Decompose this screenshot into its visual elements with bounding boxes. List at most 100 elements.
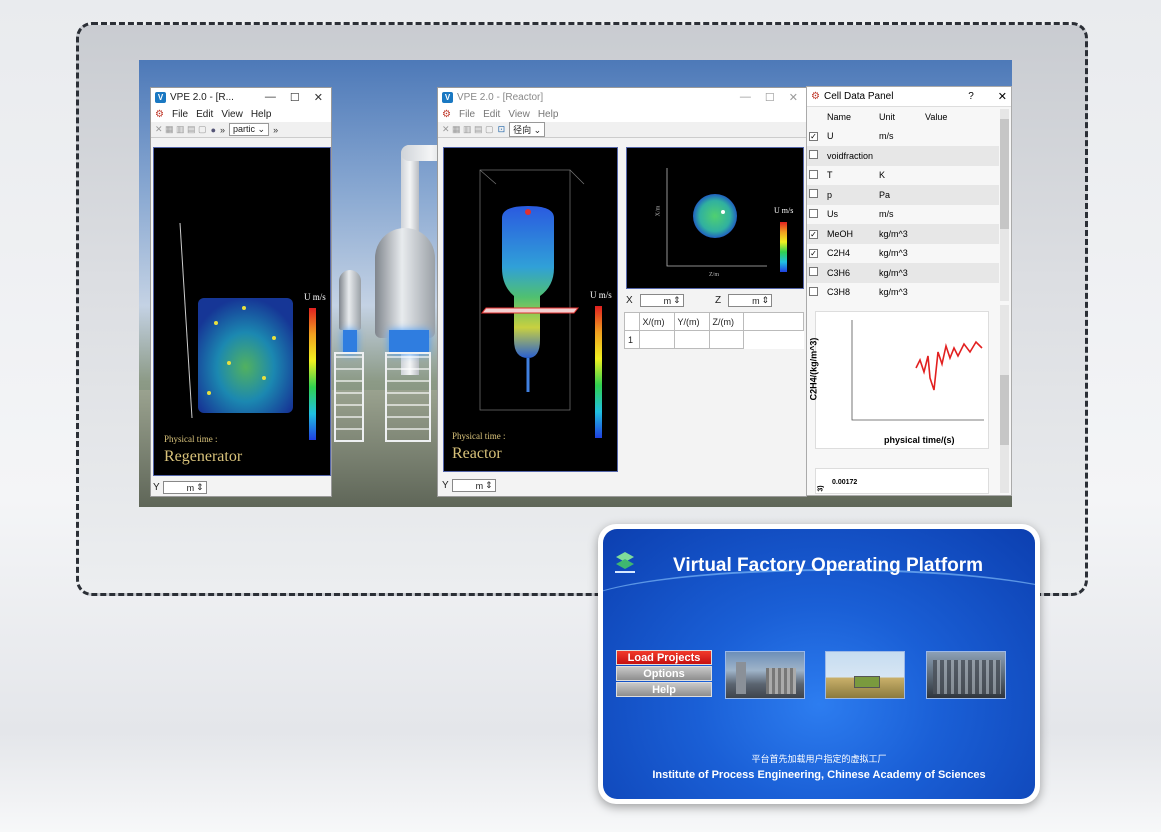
slice-render — [666, 168, 767, 267]
project-thumbnail-3[interactable] — [926, 651, 1006, 699]
table-row[interactable]: ✓ MeOH kg/m^3 — [807, 224, 999, 244]
project-thumbnail-2[interactable] — [825, 651, 905, 699]
variable-checkbox[interactable]: ✓ — [809, 249, 818, 259]
x-input[interactable]: m ⇕ — [639, 294, 684, 307]
table-cell[interactable] — [708, 330, 745, 349]
checkbox-cell[interactable] — [807, 263, 825, 283]
row-index: 1 — [624, 330, 640, 349]
table-cell[interactable] — [744, 331, 804, 349]
checkbox-cell[interactable] — [807, 146, 825, 166]
toolbar-icons[interactable]: ✕ ▦ ▥ ▤ ▢ — [442, 124, 494, 135]
y-field: Y m ⇕ — [153, 481, 207, 494]
checkbox-cell[interactable] — [807, 166, 825, 186]
regenerator-viewport[interactable]: U m/s Physical time : Regenerator — [153, 147, 331, 476]
table-row[interactable]: ✓ C2H4 kg/m^3 — [807, 244, 999, 264]
table-cell[interactable] — [673, 330, 710, 349]
scroll-thumb[interactable] — [1000, 375, 1009, 445]
cell-data-panel[interactable]: ⚙ Cell Data Panel ? ✕ Name Unit Value ✓ U… — [806, 86, 1012, 496]
table-row[interactable]: C3H8 kg/m^3 — [807, 283, 999, 303]
minimize-icon[interactable]: — — [265, 91, 276, 104]
menu-view[interactable]: View — [508, 109, 530, 120]
close-icon[interactable]: ✕ — [789, 91, 798, 104]
help-button[interactable]: Help — [616, 682, 712, 697]
variable-checkbox[interactable] — [809, 267, 818, 277]
reactor-window[interactable]: V VPE 2.0 - [Reactor] — ☐ ✕ ⚙ File Edit … — [437, 87, 807, 497]
table-row[interactable]: p Pa — [807, 185, 999, 205]
scroll-thumb[interactable] — [1000, 119, 1009, 229]
variable-checkbox[interactable] — [809, 208, 818, 218]
regenerator-tank — [339, 270, 361, 330]
table-cell[interactable] — [638, 330, 675, 349]
checkbox-cell[interactable] — [807, 185, 825, 205]
project-thumbnail-1[interactable] — [725, 651, 805, 699]
menu-edit[interactable]: Edit — [483, 109, 500, 120]
close-icon[interactable]: ✕ — [314, 91, 323, 104]
globe-icon[interactable]: ● — [211, 125, 216, 135]
slice-viewport[interactable]: U m/s Z/m X/m — [626, 147, 804, 289]
table-row[interactable]: 1 — [624, 330, 804, 349]
menu-help[interactable]: Help — [538, 109, 559, 120]
table-row[interactable]: ✓ Um/s — [807, 127, 999, 147]
minimize-icon[interactable]: — — [740, 91, 751, 104]
z-input[interactable]: m ⇕ — [728, 294, 773, 307]
y-input[interactable]: m ⇕ — [451, 479, 496, 492]
slice-colorbar-label: U m/s — [774, 206, 794, 215]
menu-icon: ⚙ — [155, 108, 164, 120]
table-row[interactable]: TK — [807, 166, 999, 186]
toolbar-icons[interactable]: ✕ ▦ ▥ ▤ ▢ — [155, 124, 207, 135]
menu-file[interactable]: File — [459, 109, 475, 120]
splash-panel: Virtual Factory Operating Platform Load … — [603, 529, 1035, 799]
title-bar: V VPE 2.0 - [Reactor] — ☐ ✕ — [438, 88, 806, 106]
support-structure — [385, 352, 431, 442]
menu-edit[interactable]: Edit — [196, 109, 213, 120]
menu-icon: ⚙ — [442, 108, 451, 120]
maximize-icon[interactable]: ☐ — [765, 91, 775, 104]
display-mode-dropdown[interactable]: partic ⌄ — [229, 123, 270, 136]
variable-name: T — [827, 170, 833, 181]
variable-checkbox[interactable] — [809, 286, 818, 296]
y-input[interactable]: m ⇕ — [162, 481, 207, 494]
variable-checkbox[interactable]: ✓ — [809, 229, 818, 239]
scrollbar[interactable] — [1000, 109, 1009, 301]
variable-unit — [877, 146, 923, 166]
checkbox-cell[interactable] — [807, 283, 825, 303]
variable-checkbox[interactable] — [809, 169, 818, 179]
section-direction-dropdown[interactable]: 径向 ⌄ — [509, 122, 546, 137]
variable-unit: K — [879, 170, 886, 181]
spin-icon: ⇕ — [196, 482, 204, 492]
load-projects-button[interactable]: Load Projects — [616, 650, 712, 665]
close-icon[interactable]: ✕ — [998, 90, 1007, 103]
checkbox-cell[interactable]: ✓ — [807, 244, 825, 264]
variable-value — [923, 283, 999, 303]
y-label: Y — [442, 480, 449, 491]
slice-y-axis-label: X/m — [655, 205, 662, 217]
variable-checkbox[interactable] — [809, 150, 818, 160]
checkbox-cell[interactable] — [807, 205, 825, 225]
overflow-icon[interactable]: » — [220, 125, 225, 135]
reactor-viewport[interactable]: U m/s Physical time : Reactor — [443, 147, 618, 472]
menu-file[interactable]: File — [172, 109, 188, 120]
options-button[interactable]: Options — [616, 666, 712, 681]
second-plot: 0.00172 3) — [815, 468, 989, 494]
table-corner — [624, 312, 640, 331]
table-row[interactable]: C3H6 kg/m^3 — [807, 263, 999, 283]
regenerator-window[interactable]: V VPE 2.0 - [R... — ☐ ✕ ⚙ File Edit View… — [150, 87, 332, 497]
variable-checkbox[interactable] — [809, 189, 818, 199]
menu-view[interactable]: View — [221, 109, 243, 120]
menu-help[interactable]: Help — [251, 109, 272, 120]
magnifier-icon[interactable]: ⊡ — [498, 124, 506, 135]
table-row[interactable]: Us m/s — [807, 205, 999, 225]
table-row[interactable]: voidfraction — [807, 146, 999, 166]
variable-checkbox[interactable]: ✓ — [809, 132, 818, 142]
overflow-icon[interactable]: » — [273, 125, 278, 135]
checkbox-cell[interactable]: ✓ — [807, 127, 825, 147]
table-header-row: Name Unit Value — [807, 107, 999, 127]
probe-table[interactable]: X/(m) Y/(m) Z/(m) 1 — [624, 312, 804, 349]
checkbox-cell[interactable]: ✓ — [807, 224, 825, 244]
help-icon[interactable]: ? — [968, 91, 974, 102]
table-header — [807, 107, 825, 127]
maximize-icon[interactable]: ☐ — [290, 91, 300, 104]
variable-table[interactable]: Name Unit Value ✓ Um/s voidfraction T Kp Pa Us… — [807, 107, 999, 302]
spin-icon: ⇕ — [485, 480, 493, 490]
scrollbar[interactable] — [1000, 305, 1009, 493]
